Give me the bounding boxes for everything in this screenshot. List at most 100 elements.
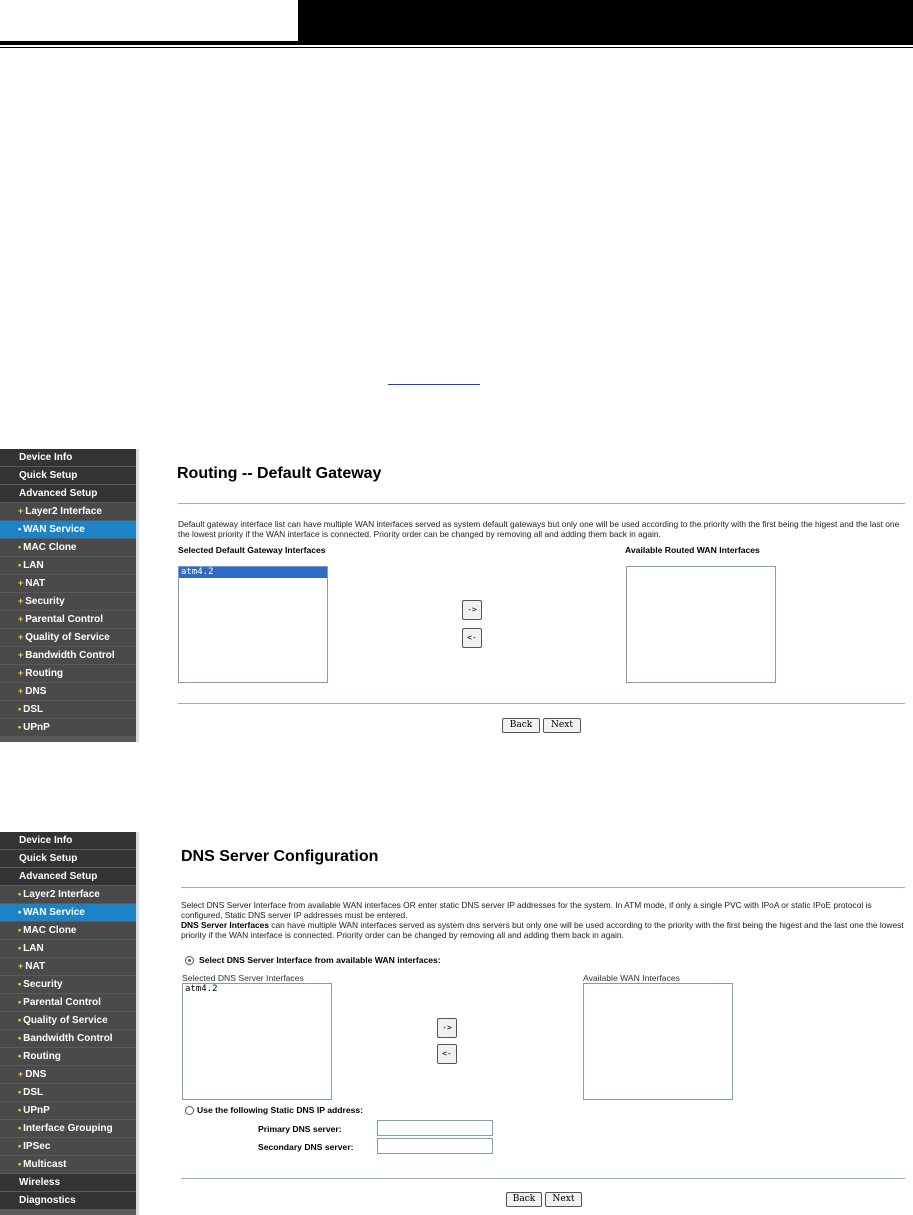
sidebar-item-routing[interactable]: • Routing	[0, 1048, 136, 1065]
sidebar-item-lan[interactable]: • LAN	[0, 940, 136, 957]
bullet-icon: •	[18, 560, 22, 570]
sidebar-item-label: DSL	[23, 704, 44, 715]
sidebar-item-label: MAC Clone	[23, 542, 77, 553]
back-button[interactable]: Back	[502, 718, 540, 733]
bullet-icon: •	[18, 1141, 22, 1151]
sidebar-item-dsl[interactable]: • DSL	[0, 1084, 136, 1101]
sidebar-item-mac-clone[interactable]: • MAC Clone	[0, 922, 136, 939]
sidebar-item-security[interactable]: + Security	[0, 593, 136, 610]
bullet-icon: •	[18, 1051, 22, 1061]
sidebar-item-label: Routing	[25, 668, 64, 679]
sidebar-item-bandwidth-control[interactable]: + Bandwidth Control	[0, 647, 136, 664]
back-button[interactable]: Back	[506, 1192, 542, 1207]
sidebar-item-label: UPnP	[23, 1105, 50, 1116]
sidebar-item-parental-control[interactable]: • Parental Control	[0, 994, 136, 1011]
sidebar-item-label: LAN	[23, 943, 44, 954]
sidebar-item-interface-grouping[interactable]: • Interface Grouping	[0, 1120, 136, 1137]
bullet-icon: +	[18, 961, 24, 971]
sidebar-item-device-info[interactable]: Device Info	[0, 449, 136, 466]
sidebar-item-upnp[interactable]: • UPnP	[0, 719, 136, 736]
sidebar-item-label: Device Info	[19, 835, 73, 846]
sidebar-item-diagnostics[interactable]: Diagnostics	[0, 1192, 136, 1209]
sidebar-item-label: NAT	[25, 578, 46, 589]
move-left-button[interactable]: <-	[437, 1044, 457, 1064]
move-right-button[interactable]: ->	[437, 1018, 457, 1038]
document-header-rule	[0, 41, 913, 45]
sidebar-item-label: Advanced Setup	[19, 488, 98, 499]
sidebar-item-ipsec[interactable]: • IPSec	[0, 1138, 136, 1155]
bullet-icon: +	[18, 1069, 24, 1079]
sidebar-item-layer2-interface[interactable]: • Layer2 Interface	[0, 886, 136, 903]
sidebar-item-quick-setup[interactable]: Quick Setup	[0, 850, 136, 867]
available-wan-list[interactable]	[626, 566, 776, 683]
sidebar-item-mac-clone[interactable]: • MAC Clone	[0, 539, 136, 556]
sidebar-item-label: Routing	[23, 1051, 61, 1062]
bullet-icon: •	[18, 1033, 22, 1043]
sidebar-divider	[136, 449, 139, 742]
list-item[interactable]: atm4.2	[179, 567, 327, 578]
bullet-icon: •	[18, 542, 22, 552]
bullet-icon: •	[18, 1015, 22, 1025]
hyperlink-underline[interactable]	[388, 384, 480, 385]
sidebar-item-quality-of-service[interactable]: + Quality of Service	[0, 629, 136, 646]
bullet-icon: •	[18, 1105, 22, 1115]
sidebar-item-lan[interactable]: • LAN	[0, 557, 136, 574]
sidebar-item-wan-service[interactable]: • WAN Service	[0, 521, 136, 538]
sidebar-item-device-info[interactable]: Device Info	[0, 832, 136, 849]
sidebar-item-label: Layer2 Interface	[25, 506, 102, 517]
bullet-icon: •	[18, 889, 22, 899]
selected-gateways-label: Selected Default Gateway Interfaces	[178, 545, 326, 555]
radio-select-interface[interactable]	[185, 956, 194, 965]
sidebar-item-multicast[interactable]: • Multicast	[0, 1156, 136, 1173]
sidebar-item-nat[interactable]: + NAT	[0, 575, 136, 592]
sidebar-item-parental-control[interactable]: + Parental Control	[0, 611, 136, 628]
sidebar-item-label: NAT	[25, 961, 46, 972]
page-description: Default gateway interface list can have …	[178, 519, 900, 539]
sidebar-item-layer2-interface[interactable]: + Layer2 Interface	[0, 503, 136, 520]
move-right-button[interactable]: ->	[462, 600, 482, 620]
sidebar-item-label: Bandwidth Control	[23, 1033, 113, 1044]
bullet-icon: •	[18, 907, 22, 917]
sidebar-item-dns[interactable]: + DNS	[0, 1066, 136, 1083]
primary-dns-input[interactable]	[377, 1120, 493, 1136]
sidebar-item-bandwidth-control[interactable]: • Bandwidth Control	[0, 1030, 136, 1047]
sidebar-item-wireless[interactable]: Wireless	[0, 1174, 136, 1191]
sidebar-item-label: Multicast	[23, 1159, 67, 1170]
sidebar-item-label: DNS	[25, 686, 47, 697]
sidebar-item-security[interactable]: • Security	[0, 976, 136, 993]
sidebar-item-label: Parental Control	[23, 997, 101, 1008]
available-wan-list[interactable]	[583, 983, 733, 1100]
secondary-dns-input[interactable]	[377, 1138, 493, 1154]
sidebar-item-dsl[interactable]: • DSL	[0, 701, 136, 718]
bullet-icon: +	[18, 506, 24, 516]
sidebar-item-label: LAN	[23, 560, 44, 571]
sidebar-item-advanced-setup[interactable]: Advanced Setup	[0, 485, 136, 502]
sidebar-item-routing[interactable]: + Routing	[0, 665, 136, 682]
sidebar-item-quality-of-service[interactable]: • Quality of Service	[0, 1012, 136, 1029]
selected-dns-list[interactable]: atm4.2	[182, 983, 332, 1100]
sidebar-item-quick-setup[interactable]: Quick Setup	[0, 467, 136, 484]
sidebar-item-label: Security	[23, 979, 63, 990]
sidebar-item-label: WAN Service	[23, 907, 85, 918]
selected-gateways-list[interactable]: atm4.2	[178, 566, 328, 683]
sidebar-item-dns[interactable]: + DNS	[0, 683, 136, 700]
next-button[interactable]: Next	[545, 1192, 582, 1207]
next-button[interactable]: Next	[543, 718, 581, 733]
sidebar-item-wan-service[interactable]: • WAN Service	[0, 904, 136, 921]
sidebar-item-nat[interactable]: + NAT	[0, 958, 136, 975]
bullet-icon: •	[18, 524, 22, 534]
description-text: Select DNS Server Interface from availab…	[181, 900, 872, 920]
selected-dns-label: Selected DNS Server Interfaces	[182, 973, 304, 983]
list-item[interactable]: atm4.2	[183, 984, 331, 995]
title-divider	[181, 887, 905, 888]
sidebar-item-upnp[interactable]: • UPnP	[0, 1102, 136, 1119]
page-description: Select DNS Server Interface from availab…	[181, 900, 907, 940]
sidebar-item-label: Device Info	[19, 452, 73, 463]
radio-static-dns[interactable]	[185, 1106, 194, 1115]
main-panel: DNS Server Configuration Select DNS Serv…	[141, 832, 913, 1215]
sidebar-item-label: Quality of Service	[25, 632, 110, 643]
sidebar-item-label: DSL	[23, 1087, 44, 1098]
sidebar-item-advanced-setup[interactable]: Advanced Setup	[0, 868, 136, 885]
move-left-button[interactable]: <-	[462, 628, 482, 648]
sidebar-item-label: IPSec	[23, 1141, 51, 1152]
